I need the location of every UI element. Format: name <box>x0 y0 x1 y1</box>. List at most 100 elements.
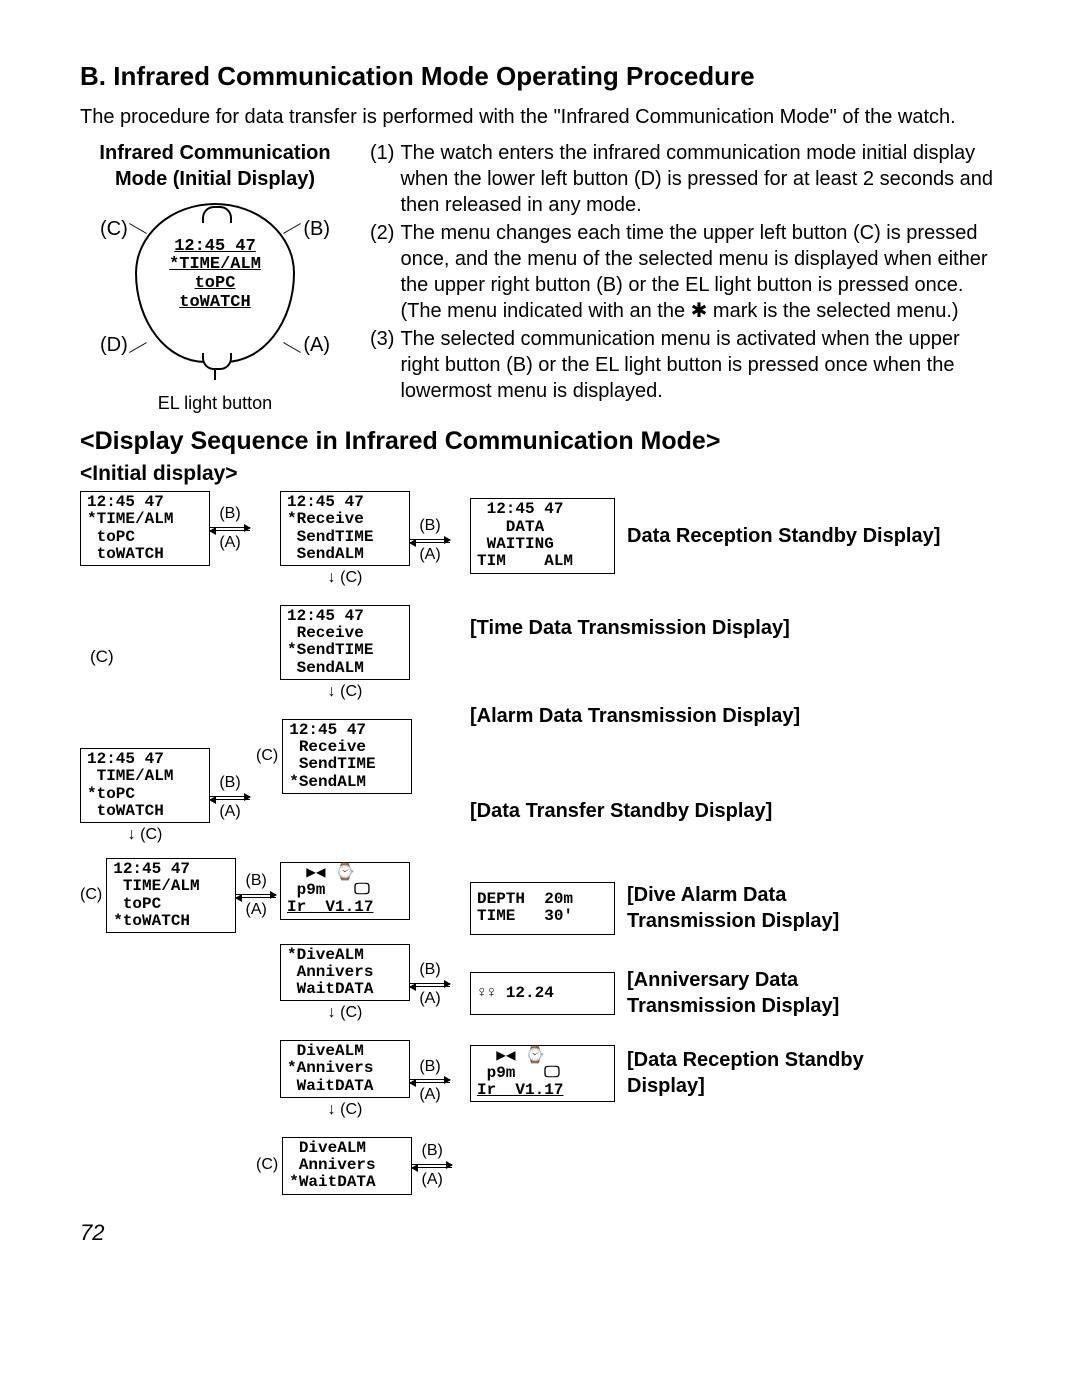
result-label-2: [Time Data Transmission Display] <box>470 615 790 641</box>
arrow-left-icon <box>412 1167 452 1168</box>
step-2: (2) The menu changes each time the upper… <box>370 220 1000 324</box>
arrow-left-icon <box>410 542 450 543</box>
flow-mid-col: 12:45 47 *Receive SendTIME SendALM ↓ (C)… <box>280 491 470 1195</box>
mid-c-label-3: (C) <box>256 746 278 767</box>
arrow-right-icon <box>210 527 250 528</box>
step-text-2: The menu changes each time the upper lef… <box>400 220 1000 324</box>
nav-m6: (B) (A) <box>410 1057 450 1107</box>
nav-a-m6: (A) <box>410 1085 450 1106</box>
label-c: (C) <box>100 216 128 242</box>
r7l2: p9m 🖵 <box>477 1064 560 1082</box>
result-row-4: [Data Transfer Standby Display] <box>470 756 1000 866</box>
watch-screen: 12:45 47 *TIME/ALM toPC toWATCH <box>145 238 285 313</box>
mid-row-1: 12:45 47 *Receive SendTIME SendALM ↓ (C)… <box>280 491 470 591</box>
sequence-heading: <Display Sequence in Infrared Communicat… <box>80 425 1000 458</box>
flow-right-col: 12:45 47 DATA WAITING TIM ALM Data Recep… <box>470 491 1000 1195</box>
step-text-3: The selected communication menu is activ… <box>400 326 1000 404</box>
watch-title: Infrared Communication Mode (Initial Dis… <box>80 140 350 192</box>
screen-line2: *TIME/ALM <box>145 256 285 275</box>
result-label-6: [Anniversary Data Transmission Display] <box>627 967 857 1019</box>
step-num-3: (3) <box>370 326 394 404</box>
arrow-left-icon <box>210 530 250 531</box>
spacer <box>280 808 470 848</box>
mid-box-7: DiveALM Annivers *WaitDATA <box>282 1137 412 1195</box>
result-row-5: DEPTH 20m TIME 30' [Dive Alarm Data Tran… <box>470 866 1000 951</box>
mid-box-6: DiveALM *Annivers WaitDATA <box>280 1040 410 1098</box>
screen-line4: toWATCH <box>145 294 285 313</box>
result-label-3: [Alarm Data Transmission Display] <box>470 703 800 729</box>
intro-text: The procedure for data transfer is perfo… <box>80 104 1000 130</box>
mid-box-2: 12:45 47 Receive *SendTIME SendALM <box>280 605 410 680</box>
result-label-7: [Data Reception Standby Display] <box>627 1047 887 1099</box>
arrow-right-icon <box>210 796 250 797</box>
nav-2: (B) (A) <box>210 773 250 823</box>
line-b <box>283 223 301 234</box>
nav-a-m1: (A) <box>410 545 450 566</box>
watch-column: Infrared Communication Mode (Initial Dis… <box>80 140 350 415</box>
left-c-label-3: (C) <box>80 885 102 906</box>
arrow-right-icon <box>236 894 276 895</box>
mid-row-6: DiveALM *Annivers WaitDATA ↓ (C) (B) (A) <box>280 1040 470 1123</box>
arrow-left-icon <box>410 986 450 987</box>
page-number: 72 <box>80 1219 1000 1248</box>
line-a <box>283 342 301 353</box>
label-a: (A) <box>303 332 330 358</box>
result-row-7: ▶◀ ⌚ p9m 🖵 Ir V1.17 [Data Reception Stan… <box>470 1036 1000 1111</box>
step-3: (3) The selected communication menu is a… <box>370 326 1000 404</box>
mini-c-2: ↓ (C) <box>128 825 163 846</box>
mid-box-4: ▶◀ ⌚ p9m 🖵 Ir V1.17 <box>280 862 410 920</box>
nav-a-1: (A) <box>210 533 250 554</box>
step-text-1: The watch enters the infrared communicat… <box>400 140 1000 218</box>
mid-row-2: 12:45 47 Receive *SendTIME SendALM ↓ (C) <box>280 605 470 705</box>
mid-row-4: ▶◀ ⌚ p9m 🖵 Ir V1.17 <box>280 862 470 920</box>
nav-a-3: (A) <box>236 900 276 921</box>
mid-row-5: *DiveALM Annivers WaitDATA ↓ (C) (B) (A) <box>280 944 470 1027</box>
mid-c-label-7: (C) <box>256 1155 278 1176</box>
result-label-5: [Dive Alarm Data Transmission Display] <box>627 882 857 934</box>
arrow-right-icon <box>410 539 450 540</box>
watch-diagram: 12:45 47 *TIME/ALM toPC toWATCH (C) (B) … <box>100 198 330 398</box>
r7l1: ▶◀ ⌚ <box>477 1047 545 1065</box>
left-row-3: (C) 12:45 47 TIME/ALM toPC *toWATCH (B) … <box>80 858 280 933</box>
result-label-1: Data Reception Standby Display] <box>627 523 940 549</box>
nav-b-m7: (B) <box>412 1141 452 1162</box>
nav-b-3: (B) <box>236 871 276 892</box>
arrow-left-icon <box>210 799 250 800</box>
result-box-5: DEPTH 20m TIME 30' <box>470 882 615 935</box>
watch-bottom-lug <box>202 353 232 370</box>
line-c <box>129 223 147 234</box>
nav-b-m1: (B) <box>410 516 450 537</box>
arrow-left-icon <box>410 1082 450 1083</box>
arrow-left-icon <box>236 897 276 898</box>
left-box-2: 12:45 47 TIME/ALM *toPC toWATCH <box>80 748 210 823</box>
label-b: (B) <box>303 216 330 242</box>
mid-row-3: (C) 12:45 47 Receive SendTIME *SendALM <box>280 719 470 794</box>
arrow-right-icon <box>410 1079 450 1080</box>
left-box-1: 12:45 47 *TIME/ALM toPC toWATCH <box>80 491 210 566</box>
step-1: (1) The watch enters the infrared commun… <box>370 140 1000 218</box>
result-row-6: ♀♀ 12.24 [Anniversary Data Transmission … <box>470 951 1000 1036</box>
flow-diagram: 12:45 47 *TIME/ALM toPC toWATCH (B) (A) … <box>80 491 1000 1195</box>
mid-box-3: 12:45 47 Receive SendTIME *SendALM <box>282 719 412 794</box>
result-row-3: [Alarm Data Transmission Display] <box>470 676 1000 756</box>
result-row-1: 12:45 47 DATA WAITING TIM ALM Data Recep… <box>470 491 1000 581</box>
arrow-right-icon <box>410 983 450 984</box>
mini-c-m6: ↓ (C) <box>328 1100 363 1121</box>
nav-a-2: (A) <box>210 802 250 823</box>
nav-3: (B) (A) <box>236 871 276 921</box>
left-row-2: 12:45 47 TIME/ALM *toPC toWATCH ↓ (C) (B… <box>80 748 280 848</box>
nav-a-m5: (A) <box>410 989 450 1010</box>
label-d: (D) <box>100 332 128 358</box>
mini-c-m5: ↓ (C) <box>328 1003 363 1024</box>
nav-b-m6: (B) <box>410 1057 450 1078</box>
mid-box-1: 12:45 47 *Receive SendTIME SendALM <box>280 491 410 566</box>
screen-line3: toPC <box>145 275 285 294</box>
m4l3: Ir V1.17 <box>287 898 373 916</box>
screen-line1: 12:45 47 <box>174 237 256 256</box>
m4l1: ▶◀ ⌚ <box>287 864 355 882</box>
result-label-4: [Data Transfer Standby Display] <box>470 798 772 824</box>
result-box-1: 12:45 47 DATA WAITING TIM ALM <box>470 498 615 573</box>
nav-1: (B) (A) <box>210 504 250 554</box>
step-num-1: (1) <box>370 140 394 218</box>
nav-b-2: (B) <box>210 773 250 794</box>
